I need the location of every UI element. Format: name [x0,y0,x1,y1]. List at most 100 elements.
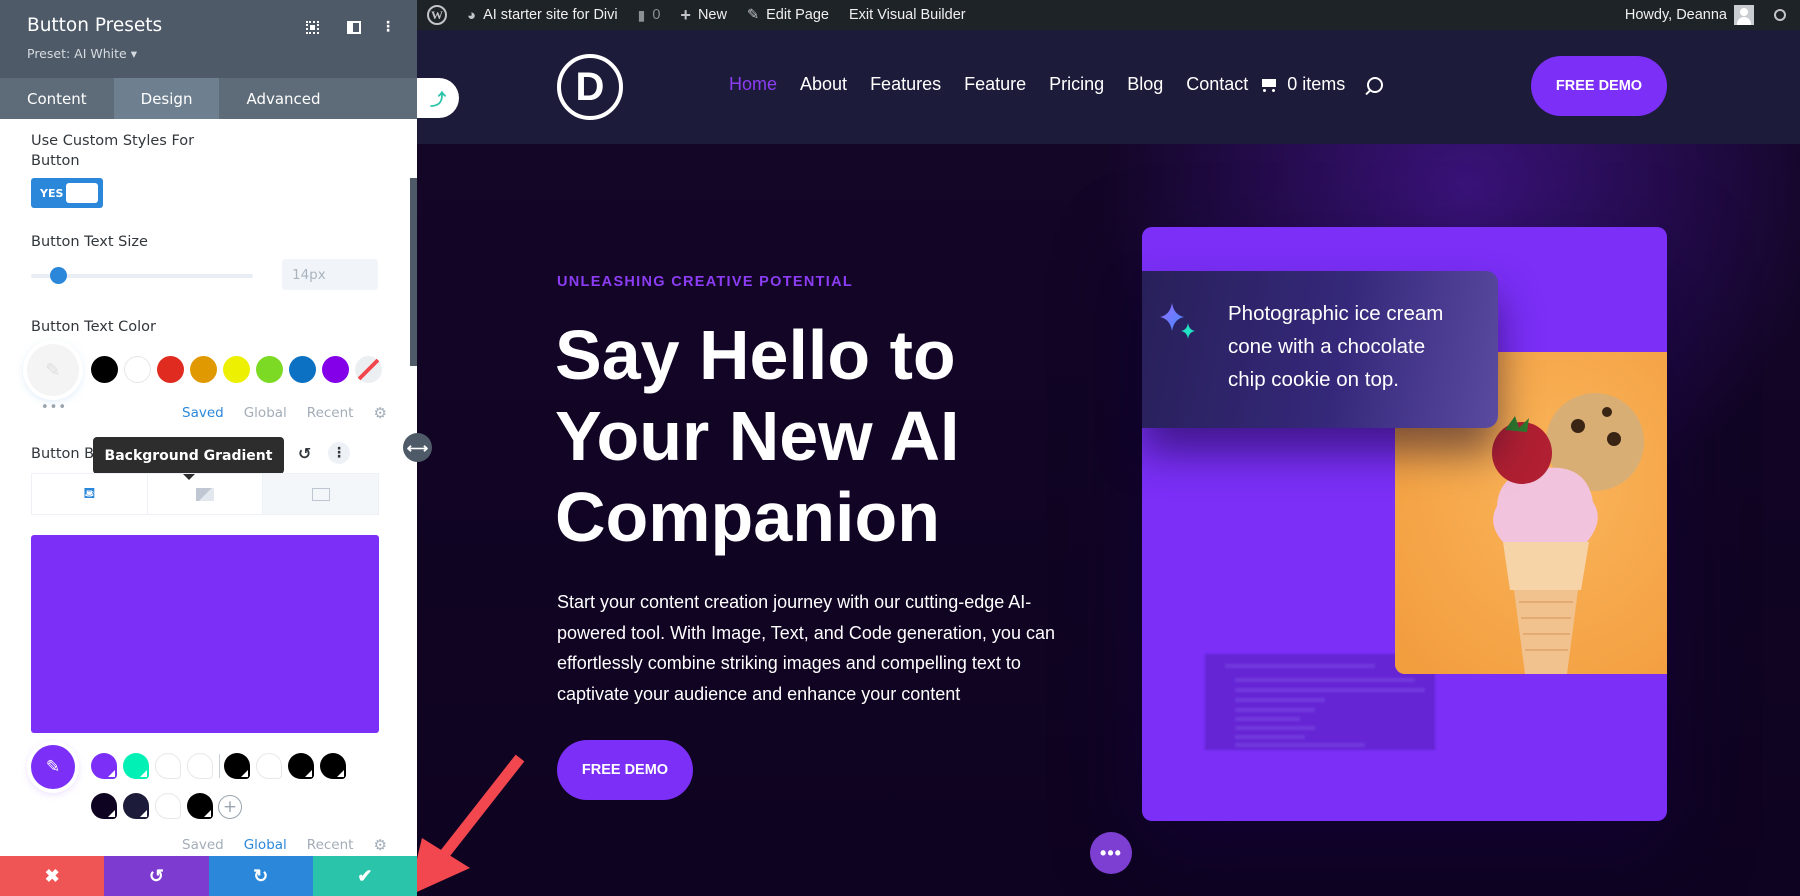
background-color-picker[interactable]: ✎ [31,745,75,789]
new-content-menu[interactable]: + New [670,0,737,30]
color-swatch[interactable] [289,356,316,383]
nav-item-home[interactable]: Home [729,74,777,95]
prompt-line: cone with a chocolate [1228,335,1426,358]
site-preview: ⤴ D Home About Features Feature Pricing … [417,30,1800,896]
palette-tab-recent[interactable]: Recent [307,405,354,421]
resize-arrows-icon: ⟷ [406,439,429,457]
palette-tab-saved[interactable]: Saved [182,405,224,421]
background-color-preview[interactable] [31,535,379,733]
panel-resize-handle[interactable]: ⟷ [403,433,432,462]
bg-tab-gradient[interactable] [148,474,264,514]
bg-tab-color[interactable]: ⛾ [32,474,148,514]
prompt-line: Photographic ice cream [1228,302,1444,325]
custom-styles-toggle[interactable]: YES [31,178,103,208]
ai-prompt-card: Photographic ice cream cone with a choco… [1142,271,1498,428]
site-name-menu[interactable]: ◕ AI starter site for Divi [457,0,628,30]
global-color-swatch[interactable] [288,753,314,779]
text-color-picker[interactable]: ✎ [27,344,79,396]
gradient-icon [196,487,214,501]
logo-letter: D [575,64,605,109]
exit-builder-label: Exit Visual Builder [849,7,966,23]
eyedropper-icon: ✎ [45,359,61,381]
reset-icon[interactable]: ↺ [298,444,311,463]
account-menu[interactable]: Howdy, Deanna [1615,0,1764,30]
plus-icon: + [680,4,691,25]
palette-tab-global[interactable]: Global [244,405,287,421]
tab-design[interactable]: Design [113,78,220,119]
builder-toggle-button[interactable]: ⤴ [417,78,459,118]
global-color-swatch[interactable] [91,753,117,779]
global-color-swatch[interactable] [224,753,250,779]
global-color-swatch[interactable] [123,793,149,819]
color-swatch[interactable] [322,356,349,383]
color-swatch[interactable] [190,356,217,383]
gear-icon[interactable]: ⚙ [373,404,386,422]
panel-tabs: Content Design Advanced [0,78,417,119]
color-swatch[interactable] [91,356,118,383]
split-view-icon[interactable] [345,18,363,36]
nav-item-about[interactable]: About [800,74,847,95]
color-swatch[interactable] [223,356,250,383]
palette-tabs-background: Saved Global Recent ⚙ [182,836,387,854]
add-color-button[interactable]: + [218,795,242,819]
hero-free-demo-button[interactable]: FREE DEMO [557,740,693,800]
search-icon[interactable] [1367,76,1384,93]
global-color-swatch[interactable] [123,753,149,779]
palette-tab-recent[interactable]: Recent [307,837,354,853]
options-menu-icon[interactable]: ⋮ [328,442,350,464]
more-options-icon[interactable]: ⋮ [379,18,397,36]
nav-item-contact[interactable]: Contact [1186,74,1248,95]
color-swatch[interactable] [157,356,184,383]
palette-tabs-text-color: Saved Global Recent ⚙ [182,404,387,422]
save-button[interactable]: ✔ [312,856,417,896]
edit-page-link[interactable]: ✎ Edit Page [737,0,839,30]
gear-icon[interactable]: ⚙ [373,836,386,854]
comments-menu[interactable]: ▮ 0 [628,0,671,30]
bg-tab-image[interactable] [263,474,379,514]
global-color-swatch[interactable] [155,793,181,819]
ai-sparkle-icon [1160,303,1195,339]
redo-button[interactable]: ↻ [208,856,313,896]
global-color-swatch[interactable] [91,793,117,819]
color-swatch[interactable] [256,356,283,383]
text-size-slider-handle[interactable] [49,267,67,284]
nav-item-features[interactable]: Features [870,74,941,95]
global-color-swatch[interactable] [320,753,346,779]
text-size-input[interactable] [282,259,378,290]
swatch-transparent[interactable] [355,356,382,383]
tab-content[interactable]: Content [0,78,114,119]
global-color-swatch[interactable] [187,793,213,819]
global-color-swatch[interactable] [155,753,181,779]
global-color-swatch[interactable] [187,753,213,779]
discard-button[interactable]: ✖ [0,856,105,896]
more-colors-button[interactable]: ••• [41,400,67,415]
tab-advanced[interactable]: Advanced [219,78,347,119]
new-label: New [697,7,727,23]
nav-item-blog[interactable]: Blog [1127,74,1163,95]
exit-visual-builder-link[interactable]: Exit Visual Builder [839,0,976,30]
wp-logo-menu[interactable]: W [417,0,457,30]
nav-item-pricing[interactable]: Pricing [1049,74,1104,95]
pencil-icon: ✎ [746,7,760,23]
global-color-swatch[interactable] [256,753,282,779]
greeting: Howdy, Deanna [1624,7,1727,23]
tooltip: Background Gradient [93,437,284,480]
admin-search-button[interactable] [1764,0,1800,30]
nav-item-feature[interactable]: Feature [964,74,1026,95]
hero-title-line: Companion [555,478,940,556]
wp-admin-bar: W ◕ AI starter site for Divi ▮ 0 + New ✎… [417,0,1800,30]
fullscreen-icon[interactable] [303,18,321,36]
builder-more-options-button[interactable]: ••• [1090,832,1132,874]
cart-count: 0 items [1287,74,1346,94]
cart-link[interactable]: 0 items [1260,74,1345,95]
palette-tab-global[interactable]: Global [244,837,287,853]
palette-tab-saved[interactable]: Saved [182,837,224,853]
paint-bucket-icon: ⛾ [83,484,96,502]
site-logo[interactable]: D [557,54,623,120]
hero-title-line: Say Hello to [555,316,956,394]
preset-dropdown[interactable]: Preset: AI White ▾ [27,46,137,61]
header-free-demo-button[interactable]: FREE DEMO [1531,56,1667,116]
color-swatch[interactable] [124,356,151,383]
panel-scrollbar[interactable] [410,178,417,366]
undo-button[interactable]: ↺ [104,856,209,896]
